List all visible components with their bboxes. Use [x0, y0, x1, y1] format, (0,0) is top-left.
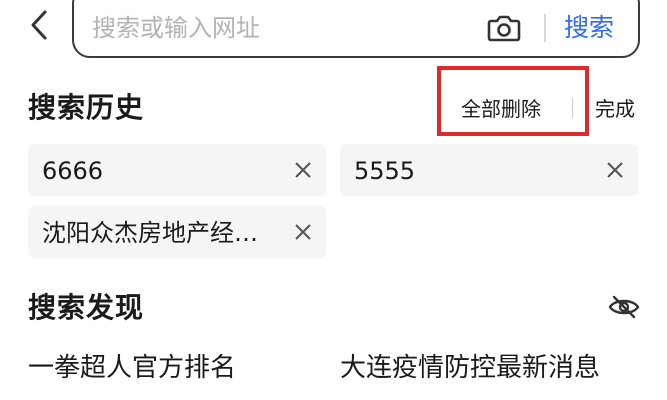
history-chip[interactable]: 5555 [340, 144, 638, 196]
history-chip[interactable]: 沈阳众杰房地产经… [28, 206, 326, 258]
hide-discover-button[interactable] [606, 292, 642, 322]
discover-title: 搜索发现 [28, 291, 145, 324]
search-page: 搜索 搜索历史 全部删除 完成 6666 5555 沈阳众杰房地产经… [0, 0, 667, 400]
close-icon [295, 224, 311, 240]
close-icon [295, 162, 311, 178]
history-title: 搜索历史 [28, 91, 145, 124]
history-chip-delete-button[interactable] [290, 157, 316, 183]
history-chip-label: 5555 [354, 157, 416, 185]
search-input[interactable] [92, 8, 462, 48]
search-divider [544, 14, 546, 42]
delete-all-button[interactable]: 全部删除 [461, 96, 541, 122]
camera-button[interactable] [484, 10, 524, 46]
history-chip-label: 6666 [42, 157, 104, 185]
history-chip-delete-button[interactable] [290, 219, 316, 245]
history-chip-label: 沈阳众杰房地产经… [42, 219, 258, 247]
discover-item[interactable]: 一拳超人官方排名 [28, 350, 236, 386]
chevron-left-icon [31, 10, 47, 40]
eye-off-icon [608, 295, 640, 319]
history-chip-delete-button[interactable] [602, 157, 628, 183]
action-divider [572, 98, 573, 118]
discover-item[interactable]: 大连疫情防控最新消息 [340, 350, 600, 386]
camera-icon [487, 15, 521, 42]
search-submit-button[interactable]: 搜索 [564, 10, 614, 46]
history-chip[interactable]: 6666 [28, 144, 326, 196]
close-icon [607, 162, 623, 178]
search-box: 搜索 [72, 0, 640, 58]
back-button[interactable] [24, 8, 54, 42]
done-button[interactable]: 完成 [595, 96, 635, 122]
